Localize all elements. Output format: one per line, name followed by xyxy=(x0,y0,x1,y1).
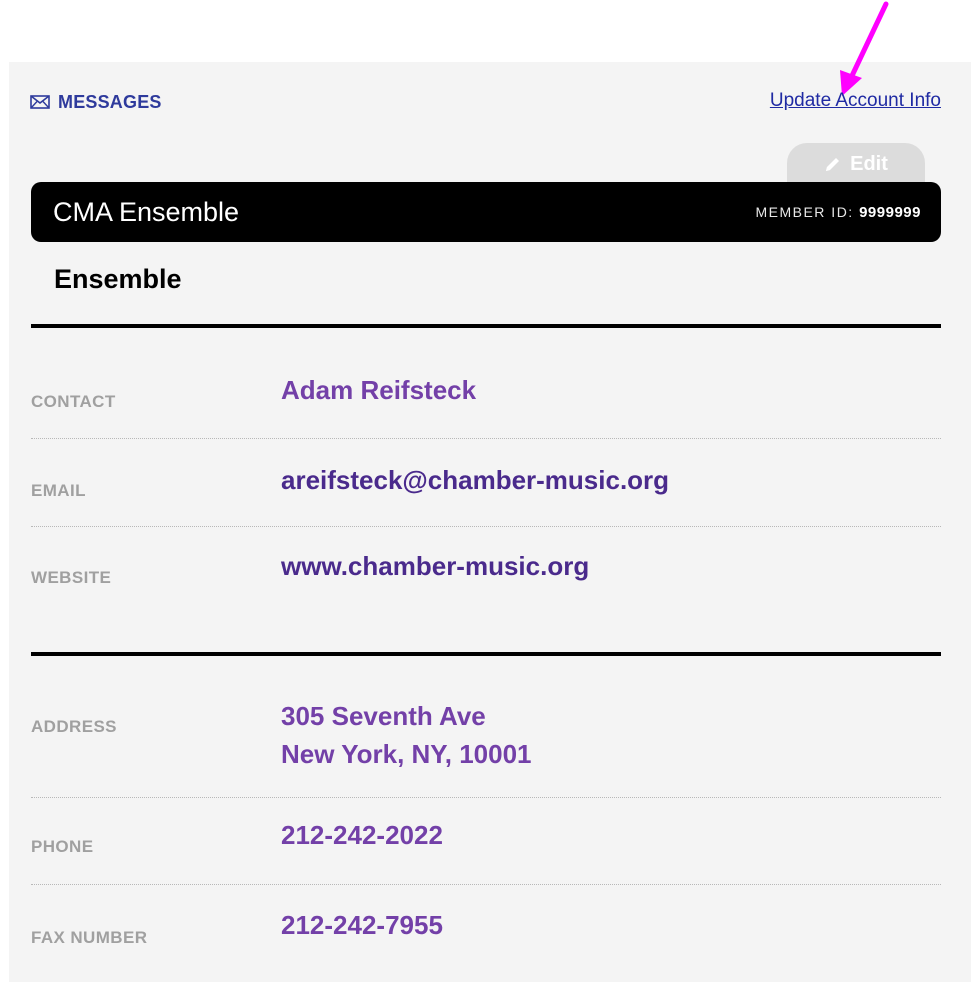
email-value[interactable]: areifsteck@chamber-music.org xyxy=(281,462,669,498)
section-divider xyxy=(31,324,941,328)
row-divider xyxy=(31,884,941,885)
phone-value: 212-242-2022 xyxy=(281,820,443,850)
member-id: MEMBER ID: 9999999 xyxy=(755,204,921,221)
row-divider xyxy=(31,526,941,527)
member-name: CMA Ensemble xyxy=(53,196,240,227)
email-label: EMAIL xyxy=(31,481,86,500)
section-divider xyxy=(31,652,941,656)
address-line1: 305 Seventh Ave xyxy=(281,701,486,731)
member-header-bar: CMA Ensemble MEMBER ID: 9999999 xyxy=(31,182,941,242)
edit-button[interactable]: Edit xyxy=(787,143,925,185)
edit-label: Edit xyxy=(850,152,888,175)
account-type: Ensemble xyxy=(54,264,182,294)
member-id-value: 9999999 xyxy=(859,203,921,221)
update-account-info-link[interactable]: Update Account Info xyxy=(770,90,941,112)
envelope-icon xyxy=(30,95,50,109)
fax-label: FAX NUMBER xyxy=(31,928,148,947)
address-label: ADDRESS xyxy=(31,717,117,736)
phone-label: PHONE xyxy=(31,837,94,856)
pencil-icon xyxy=(826,158,840,171)
row-divider xyxy=(31,438,941,439)
contact-value: Adam Reifsteck xyxy=(281,375,477,405)
member-id-label: MEMBER ID: xyxy=(755,203,854,220)
website-label: WEBSITE xyxy=(31,568,112,587)
address-line2: New York, NY, 10001 xyxy=(281,739,532,769)
messages-link[interactable]: MESSAGES xyxy=(30,90,162,114)
messages-label: MESSAGES xyxy=(58,91,162,112)
fax-value: 212-242-7955 xyxy=(281,910,443,940)
website-value[interactable]: www.chamber-music.org xyxy=(281,548,589,584)
contact-label: CONTACT xyxy=(31,392,116,411)
row-divider xyxy=(31,797,941,798)
annotation-arrow-icon xyxy=(840,1,889,96)
